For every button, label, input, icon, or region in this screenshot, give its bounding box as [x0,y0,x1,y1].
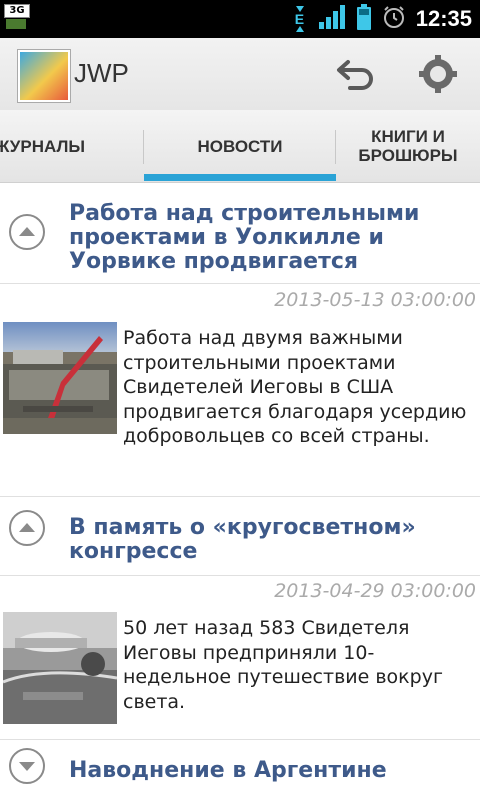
tab-news[interactable]: НОВОСТИ [144,110,336,182]
settings-button[interactable] [418,54,458,94]
news-date: 2013-05-13 03:00:00 [274,289,476,311]
collapse-toggle-button[interactable] [9,510,45,546]
alarm-clock-icon [382,5,406,33]
expand-toggle-button[interactable] [9,748,45,784]
gear-icon [419,55,457,93]
notification-thumbnail-icon [6,19,26,29]
action-bar: JWP [0,38,480,111]
news-title[interactable]: Работа над строительными проектами в Уол… [69,202,472,274]
news-date: 2013-04-29 03:00:00 [274,580,476,602]
app-title: JWP [74,58,129,88]
divider [0,739,480,740]
divider [0,283,480,284]
tab-label: ЖУРНАЛЫ [0,136,86,156]
selected-tab-indicator [144,174,336,181]
tab-label: КНИГИ И БРОШЮРЫ [358,127,458,165]
collapse-toggle-button[interactable] [9,214,45,250]
triangle-up-icon [19,523,35,532]
triangle-up-icon [19,227,35,236]
signal-icon [318,4,346,34]
clock-time: 12:35 [415,6,472,31]
divider [0,496,480,497]
network-3g-icon: 3G [4,4,38,32]
news-title[interactable]: Наводнение в Аргентине [69,759,472,783]
app-logo-icon[interactable] [18,50,70,102]
tab-bar: ЖУРНАЛЫ НОВОСТИ КНИГИ И БРОШЮРЫ [0,110,480,183]
battery-icon [356,3,372,35]
news-summary: Работа над двумя важными строительными п… [123,327,467,447]
divider [0,575,480,576]
historic-photo-icon [2,612,118,724]
undo-arrow-icon [337,60,373,90]
back-button[interactable] [336,56,376,92]
news-thumbnail[interactable] [2,612,118,724]
news-list[interactable]: Работа над строительными проектами в Уол… [0,182,480,800]
network-badge: 3G [4,4,30,18]
data-edge-icon: E [292,4,308,34]
tab-books-brochures[interactable]: КНИГИ И БРОШЮРЫ [336,110,480,182]
triangle-down-icon [19,762,35,771]
news-title[interactable]: В память о «кругосветном» конгрессе [69,516,472,564]
tab-label: НОВОСТИ [197,136,283,156]
news-thumbnail[interactable] [3,322,117,434]
status-bar: 3G E 12:35 [0,0,480,38]
data-indicator: E [294,11,305,27]
construction-photo-icon [3,322,117,434]
tab-magazines[interactable]: ЖУРНАЛЫ [0,110,144,182]
news-summary: 50 лет назад 583 Свидетеля Иеговы предпр… [123,617,443,713]
